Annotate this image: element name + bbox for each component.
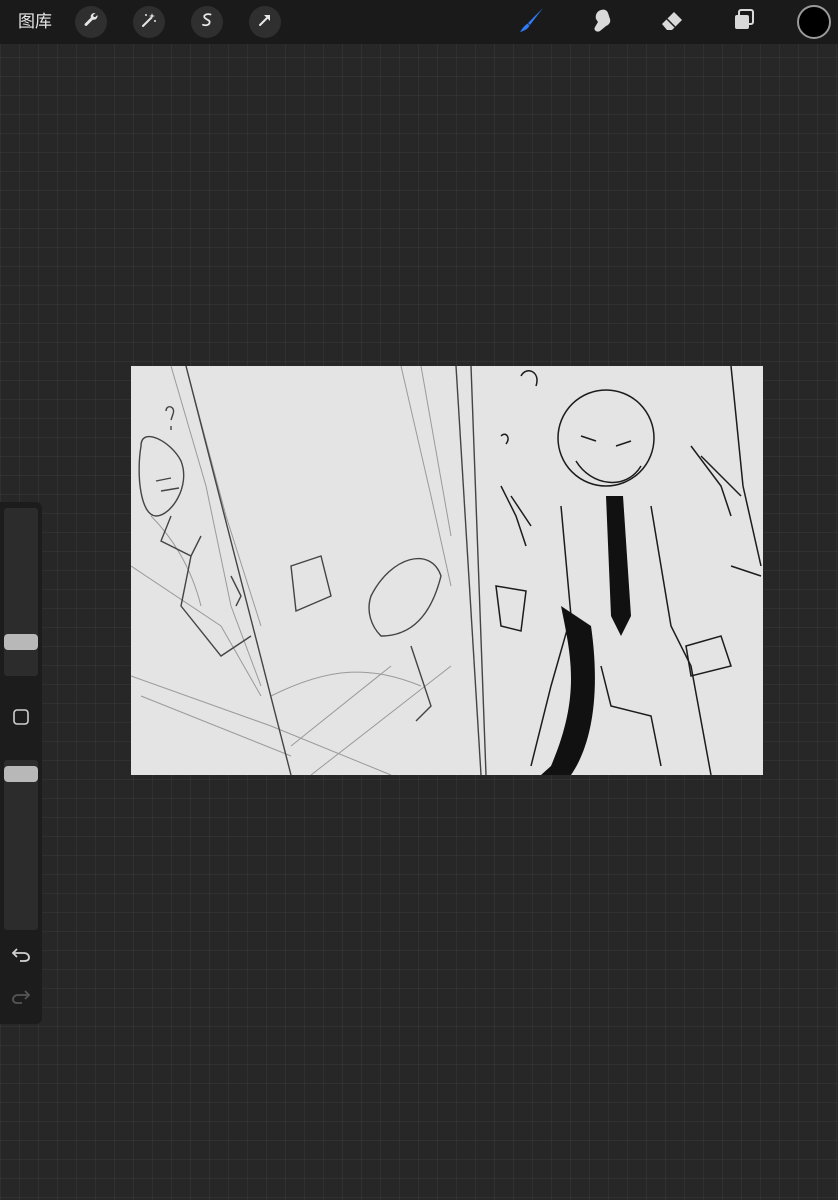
opacity-thumb[interactable]	[4, 766, 38, 782]
redo-button[interactable]	[9, 988, 33, 1008]
selection-icon	[198, 11, 216, 33]
modify-button[interactable]	[11, 709, 31, 729]
eraser-icon	[658, 6, 686, 38]
redo-icon	[11, 988, 31, 1008]
actions-button[interactable]	[75, 6, 107, 38]
smudge-tool-button[interactable]	[585, 5, 619, 39]
undo-icon	[11, 946, 31, 966]
opacity-slider[interactable]	[4, 760, 38, 930]
modify-square-icon	[12, 708, 30, 730]
side-toolbar	[0, 502, 42, 1024]
brush-size-slider[interactable]	[4, 508, 38, 676]
wrench-icon	[82, 11, 100, 33]
top-toolbar: 图库	[0, 0, 838, 44]
transform-arrow-icon	[256, 11, 274, 33]
brush-icon	[517, 5, 547, 39]
selection-button[interactable]	[191, 6, 223, 38]
brush-size-thumb[interactable]	[4, 634, 38, 650]
adjustments-button[interactable]	[133, 6, 165, 38]
color-picker-button[interactable]	[797, 5, 831, 39]
smudge-icon	[589, 7, 615, 37]
drawing-canvas[interactable]	[131, 366, 763, 775]
eraser-tool-button[interactable]	[655, 5, 689, 39]
undo-button[interactable]	[9, 946, 33, 966]
layers-icon	[731, 7, 757, 37]
magic-wand-icon	[140, 11, 158, 33]
gallery-button[interactable]: 图库	[18, 11, 52, 33]
sketch-drawing	[131, 366, 762, 775]
transform-button[interactable]	[249, 6, 281, 38]
brush-tool-button[interactable]	[515, 5, 549, 39]
layers-button[interactable]	[727, 5, 761, 39]
